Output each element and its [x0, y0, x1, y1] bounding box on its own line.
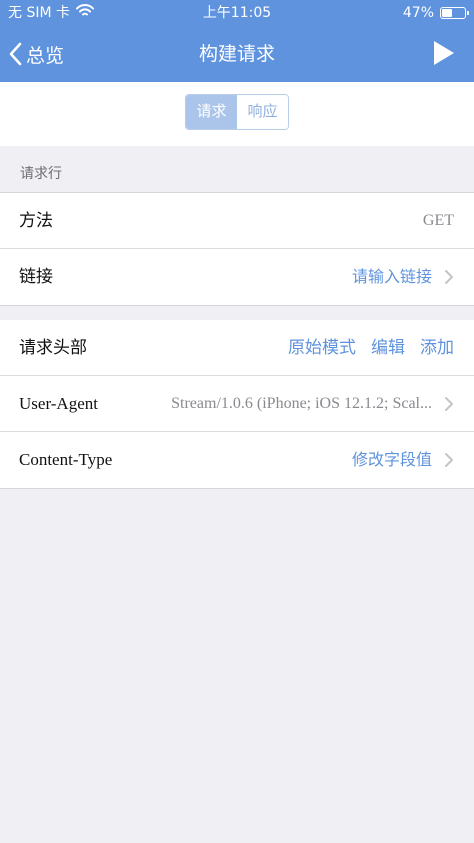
- method-row[interactable]: 方法 GET: [0, 193, 474, 249]
- status-bar: 无 SIM 卡 上午11:05 47%: [0, 0, 474, 26]
- chevron-right-icon: [445, 270, 453, 284]
- headers-title-row: 请求头部 原始模式 编辑 添加: [0, 320, 474, 376]
- header-actions: 原始模式 编辑 添加: [288, 320, 454, 376]
- url-placeholder: 请输入链接: [351, 267, 432, 286]
- add-button[interactable]: 添加: [420, 320, 454, 376]
- raw-mode-button[interactable]: 原始模式: [288, 320, 356, 376]
- segment-area: 请求 响应: [0, 82, 474, 146]
- method-label: 方法: [19, 211, 53, 231]
- header-name: Content-Type: [19, 450, 113, 469]
- status-right: 47%: [402, 0, 469, 26]
- top-header: 无 SIM 卡 上午11:05 47% 总览 构建请求: [0, 0, 474, 82]
- header-row-content-type[interactable]: Content-Type 修改字段值: [0, 432, 474, 488]
- battery-percent: 47%: [402, 5, 434, 21]
- url-row[interactable]: 链接 请输入链接: [0, 249, 474, 305]
- section-header-request-line: 请求行: [20, 166, 62, 182]
- battery-icon: [440, 7, 469, 19]
- tab-request[interactable]: 请求: [186, 95, 237, 129]
- header-value: 修改字段值: [351, 450, 432, 469]
- method-value: GET: [422, 212, 454, 229]
- header-row-user-agent[interactable]: User-Agent Stream/1.0.6 (iPhone; iOS 12.…: [0, 376, 474, 432]
- chevron-right-icon: [445, 453, 453, 467]
- request-response-segmented: 请求 响应: [185, 94, 289, 130]
- header-value: Stream/1.0.6 (iPhone; iOS 12.1.2; Scal..…: [171, 395, 432, 412]
- headers-title: 请求头部: [19, 338, 87, 358]
- send-button[interactable]: [432, 40, 456, 70]
- play-icon: [434, 41, 454, 65]
- page-title: 构建请求: [198, 43, 275, 65]
- chevron-right-icon: [445, 397, 453, 411]
- battery-fill: [442, 9, 452, 17]
- edit-button[interactable]: 编辑: [371, 320, 405, 376]
- tab-response[interactable]: 响应: [237, 95, 288, 129]
- request-line-group: 方法 GET 链接 请输入链接: [0, 192, 474, 306]
- url-label: 链接: [19, 267, 53, 287]
- header-name: User-Agent: [19, 394, 98, 413]
- headers-group: 请求头部 原始模式 编辑 添加 User-Agent Stream/1.0.6 …: [0, 320, 474, 489]
- nav-bar: 总览 构建请求: [0, 26, 474, 82]
